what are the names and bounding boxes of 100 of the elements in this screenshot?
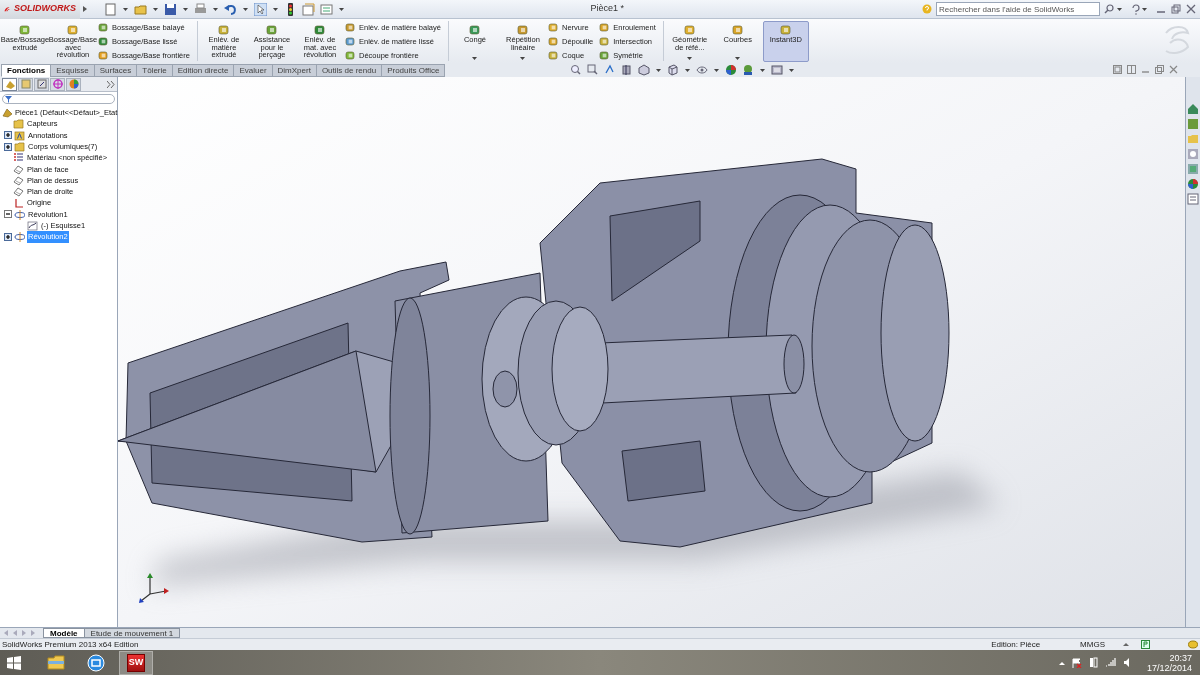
expand-panel-icon[interactable] [107,80,115,88]
file-properties-icon[interactable] [302,2,315,16]
feature-icon [599,50,611,61]
dropdown-arrow-icon[interactable] [122,6,129,12]
dropdown-arrow-icon[interactable] [520,57,526,61]
ribbon-tab[interactable]: Fonctions [1,64,52,77]
configuration-tab[interactable] [34,77,49,91]
expander-icon[interactable] [4,232,12,241]
dropdown-arrow-icon[interactable] [338,6,345,12]
feature-icon [344,22,356,33]
power-icon[interactable] [1088,657,1098,668]
dropdown-arrow-icon[interactable] [655,67,662,73]
dropdown-arrow-icon[interactable] [272,6,279,12]
display-style-icon[interactable] [667,64,679,76]
action-center-flag-icon[interactable] [1071,657,1082,668]
ribbon-tab[interactable]: Evaluer [233,64,273,77]
round-window-app-icon [87,653,105,672]
plane-icon [13,163,24,175]
speaker-icon[interactable] [1122,658,1132,667]
feature-icon [265,24,278,36]
feature-icon [98,36,109,47]
dropdown-arrow-icon[interactable] [713,67,720,73]
annotation-folder-icon [14,129,25,141]
feature-icon [344,50,356,61]
feature-icon [217,24,230,36]
open-folder-icon[interactable] [134,2,147,16]
revolve-feature-icon [14,231,25,243]
window-title: Pièce1 * [590,2,624,16]
dropdown-arrow-icon[interactable] [1141,6,1148,12]
dropdown-arrow-icon[interactable] [152,6,159,12]
expand-arrow-icon[interactable] [82,5,88,13]
dropdown-arrow-icon[interactable] [212,6,219,12]
feature-icon [547,36,559,47]
material-icon [13,152,24,164]
ribbon-tab[interactable]: Edition directe [171,64,235,77]
help-icon[interactable] [1131,3,1141,15]
view-settings-icon[interactable] [771,64,783,76]
home-icon[interactable] [1187,103,1199,115]
dropdown-arrow-icon[interactable] [788,67,795,73]
split-view-icon[interactable] [1113,65,1122,74]
undo-arrow-icon[interactable] [224,2,237,16]
windows-start-icon[interactable] [7,655,21,670]
previous-view-icon[interactable] [604,64,616,76]
dropdown-arrow-icon[interactable] [182,6,189,12]
close-icon[interactable] [1169,65,1178,74]
caret-icon[interactable] [1123,642,1129,647]
feature-icon [98,50,109,61]
ribbon-tab[interactable]: Outils de rendu [315,64,383,77]
scene-icon[interactable] [742,64,754,76]
ribbon-tab[interactable]: Esquisse [50,64,95,77]
filter-icon [5,95,12,103]
taskbar-app[interactable]: SW [119,650,153,675]
new-document-icon[interactable] [104,2,117,16]
feature-icon [547,22,559,33]
expander-icon[interactable] [4,131,12,140]
feature-icon [468,24,481,36]
feature-icon [344,36,356,47]
help-bulb-icon [922,4,932,14]
restore-icon[interactable] [1171,4,1181,14]
plane-icon [13,174,24,186]
clock-date[interactable]: 17/12/2014 [1146,662,1192,673]
expander-icon[interactable] [4,142,12,151]
feature-icon [731,24,744,36]
dropdown-arrow-icon[interactable] [1116,6,1123,12]
tag-icon[interactable] [1188,640,1198,649]
properties-icon[interactable] [1187,193,1199,205]
dropdown-arrow-icon[interactable] [472,57,478,61]
search-field[interactable]: Rechercher dans l'aide de SolidWorks [936,2,1100,16]
appearance-sphere-icon[interactable] [725,64,737,76]
hide-show-icon[interactable] [696,64,708,76]
dropdown-arrow-icon[interactable] [242,6,249,12]
split-view-icon[interactable] [1127,65,1136,74]
clock-time[interactable]: 20:37 [1169,652,1192,663]
dropdown-arrow-icon[interactable] [759,67,766,73]
ribbon-tab[interactable]: DimXpert [271,64,317,77]
status-text: SolidWorks Premium 2013 x64 Edition [2,638,139,651]
restore-icon[interactable] [1155,65,1164,74]
ribbon-tab[interactable]: Surfaces [93,64,138,77]
show-hidden-icons-icon[interactable] [1058,660,1065,665]
zoom-area-icon[interactable] [587,64,599,76]
search-icon[interactable] [1104,4,1114,14]
rebuild-icon[interactable] [1141,640,1150,649]
section-view-icon[interactable] [621,64,633,76]
library-icon[interactable] [1187,118,1199,130]
close-icon[interactable] [1186,4,1196,14]
units-label: MMGS [1080,638,1105,651]
signal-bars-icon[interactable] [1104,658,1116,667]
ribbon-tab[interactable]: Produits Office [381,64,446,77]
feature-tree-tab[interactable] [2,77,17,91]
dimxpert-tab[interactable] [50,77,65,91]
feature-icon [19,24,31,36]
appearance-tab[interactable] [66,77,81,91]
cursor-icon[interactable] [254,2,267,16]
sketch-icon [27,220,38,232]
appearance-icon[interactable] [1187,178,1199,190]
ribbon-tab[interactable]: Tôlerie [136,64,173,77]
printer-icon[interactable] [194,2,207,16]
zoom-fit-icon[interactable] [570,64,582,76]
dropdown-arrow-icon[interactable] [735,57,741,61]
triad-axes-icon [139,573,169,603]
